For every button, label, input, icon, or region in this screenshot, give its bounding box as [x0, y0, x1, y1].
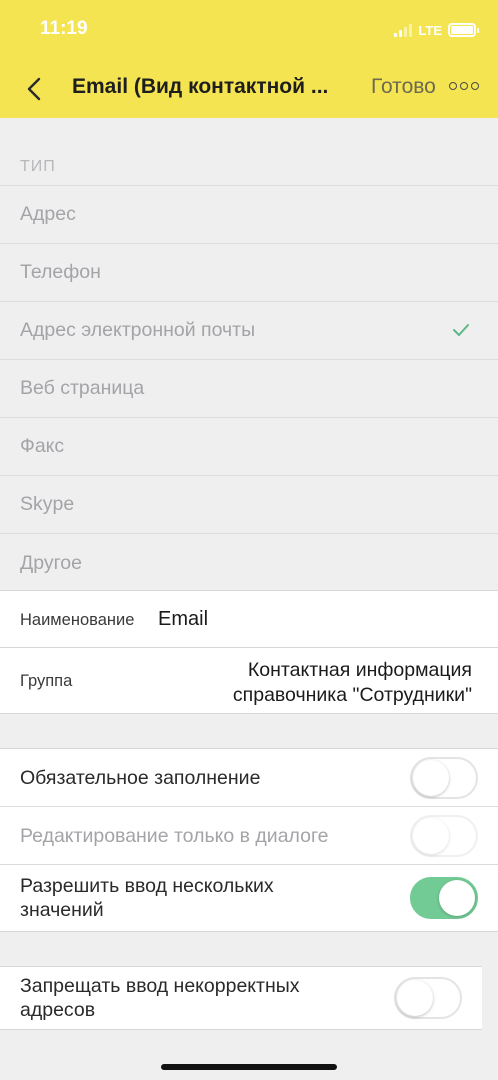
toggle-label-line: Запрещать ввод некорректных — [20, 975, 300, 997]
type-item-label: Адрес электронной почты — [20, 319, 256, 341]
toggle-label-line: адресов — [20, 999, 96, 1021]
type-item-phone[interactable]: Телефон — [0, 244, 498, 302]
dialog-only-switch[interactable] — [410, 815, 478, 857]
home-indicator — [161, 1064, 337, 1070]
type-item-label: Другое — [20, 551, 82, 574]
required-toggle-label: Обязательное заполнение — [20, 767, 261, 789]
type-section-caption: ТИП — [20, 158, 56, 175]
required-toggle-row[interactable]: Обязательное заполнение — [0, 749, 498, 807]
dialog-only-toggle-label: Редактирование только в диалоге — [20, 825, 329, 847]
type-item-label: Факс — [20, 435, 65, 457]
type-item-email[interactable]: Адрес электронной почты — [0, 302, 498, 360]
dialog-only-toggle-row[interactable]: Редактирование только в диалоге — [0, 807, 498, 865]
type-item-label: Веб страница — [20, 377, 145, 399]
options-group: Обязательное заполнение Редактирование т… — [0, 748, 498, 932]
type-item-other[interactable]: Другое — [0, 534, 498, 592]
group-value-line: Контактная информация — [247, 659, 472, 681]
group-field[interactable]: Группа Контактная информация справочника… — [0, 647, 498, 714]
type-item-label: Skype — [20, 493, 75, 515]
network-label: LTE — [418, 22, 442, 38]
forbid-invalid-toggle-label: Запрещать ввод некорректных адресов — [20, 974, 300, 1022]
toggle-label-line: Разрешить ввод нескольких — [20, 875, 274, 897]
type-item-fax[interactable]: Факс — [0, 418, 498, 476]
more-dots-icon[interactable] — [449, 82, 479, 90]
multiple-values-toggle-label: Разрешить ввод нескольких значений — [20, 874, 274, 922]
multiple-values-toggle-row[interactable]: Разрешить ввод нескольких значений — [0, 865, 498, 931]
back-button[interactable] — [22, 72, 46, 106]
type-item-skype[interactable]: Skype — [0, 476, 498, 534]
forbid-invalid-switch[interactable] — [394, 977, 462, 1019]
type-item-label: Телефон — [20, 261, 101, 283]
type-item-label: Адрес — [20, 203, 76, 225]
name-field-label: Наименование — [20, 611, 135, 629]
group-field-value[interactable]: Контактная информация справочника "Сотру… — [172, 658, 472, 708]
group-field-label: Группа — [20, 672, 73, 690]
required-switch[interactable] — [410, 757, 478, 799]
type-list: Адрес Телефон Адрес электронной почты Ве… — [0, 185, 498, 592]
name-field[interactable]: Наименование Email — [0, 590, 498, 648]
status-time: 11:19 — [40, 18, 88, 39]
checkmark-icon — [453, 324, 469, 336]
name-field-value[interactable]: Email — [158, 608, 208, 631]
forbid-invalid-toggle-row[interactable]: Запрещать ввод некорректных адресов — [0, 966, 482, 1030]
status-indicators: LTE — [394, 20, 479, 40]
page-title: Email (Вид контактной ... — [72, 75, 329, 98]
signal-icon — [394, 23, 413, 37]
battery-icon — [448, 23, 479, 37]
toggle-label-line: значений — [20, 899, 104, 921]
multiple-values-switch[interactable] — [410, 877, 478, 919]
nav-header: 11:19 LTE Email (Вид контактной ... Гото… — [0, 0, 498, 118]
chevron-left-icon — [27, 77, 41, 101]
group-value-line: справочника "Сотрудники" — [232, 684, 472, 706]
done-button[interactable]: Готово — [371, 75, 436, 99]
type-item-address[interactable]: Адрес — [0, 186, 498, 244]
type-item-web-page[interactable]: Веб страница — [0, 360, 498, 418]
